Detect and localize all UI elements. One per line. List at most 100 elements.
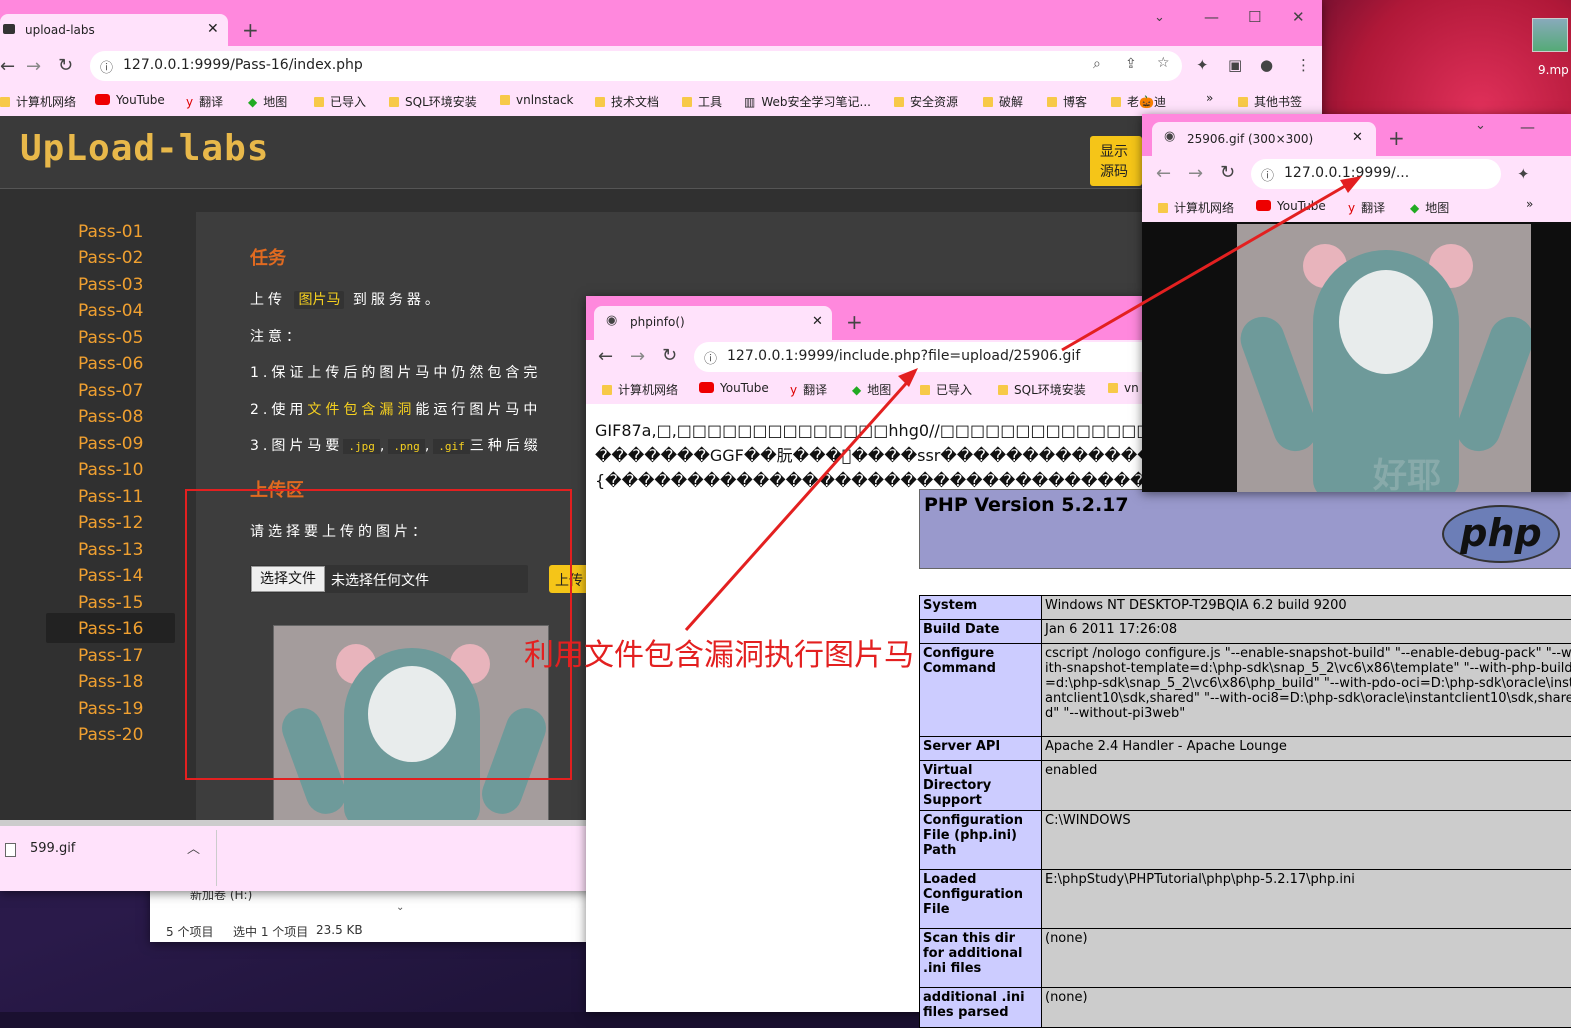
sidebar-item-pass[interactable]: Pass-08 (78, 407, 143, 427)
bookmark-item[interactable]: ▥Web安全学习笔记... (744, 93, 871, 110)
reload-icon[interactable]: ↻ (1220, 162, 1235, 183)
chevron-up-icon[interactable]: ︿ (187, 838, 200, 857)
bookmark-item[interactable]: 计算机网络 (0, 93, 76, 110)
tab-close-icon[interactable]: ✕ (812, 314, 823, 329)
sidebar-item-pass[interactable]: Pass-11 (78, 487, 143, 507)
bookmark-item[interactable]: vnlnstack (500, 93, 574, 107)
table-row: Loaded Configuration FileE:\phpStudy\PHP… (920, 870, 1571, 929)
new-tab-icon[interactable]: + (1388, 126, 1405, 150)
menu-icon[interactable]: ⋮ (1296, 56, 1311, 74)
scroll-down-icon[interactable]: ⌄ (396, 902, 404, 913)
gif-image: 好耶 (1237, 224, 1531, 492)
extensions-icon[interactable]: ✦ (1196, 56, 1209, 74)
table-row: additional .ini files parsed(none) (920, 988, 1571, 1028)
new-tab-icon[interactable]: + (846, 310, 863, 334)
upload-area-highlight-box (185, 489, 572, 780)
row-key: additional .ini files parsed (920, 988, 1042, 1028)
profile-icon[interactable]: ● (1260, 56, 1273, 74)
sidebar-item-pass[interactable]: Pass-10 (78, 460, 143, 480)
sidebar-item-pass[interactable]: Pass-20 (78, 725, 143, 745)
tab-phpinfo[interactable]: ◉ phpinfo() ✕ (594, 306, 832, 340)
minimize-icon[interactable]: — (1520, 118, 1535, 136)
info-icon[interactable]: ⓘ (704, 348, 717, 367)
bookmark-item[interactable]: YouTube (95, 93, 165, 107)
back-icon[interactable]: ← (598, 346, 613, 367)
show-source-button[interactable]: 显示源码 (1090, 136, 1142, 186)
bookmark-item[interactable]: y翻译 (1348, 199, 1385, 216)
back-icon[interactable]: ← (0, 56, 15, 77)
bookmark-item[interactable]: ◆地图 (248, 93, 287, 110)
forward-icon[interactable]: → (26, 56, 41, 77)
tab-gif[interactable]: ◉ 25906.gif (300×300) ✕ (1152, 122, 1376, 156)
star-icon[interactable]: ☆ (1157, 55, 1170, 71)
back-icon[interactable]: ← (1156, 163, 1171, 184)
tab-strip: ◉ 25906.gif (300×300) ✕ + ⌄ — (1142, 114, 1571, 156)
bookmark-item[interactable]: 计算机网络 (1158, 199, 1234, 216)
info-icon[interactable]: ⓘ (100, 57, 113, 76)
bookmark-item[interactable]: y翻译 (790, 381, 827, 398)
sidepanel-icon[interactable]: ▣ (1228, 56, 1242, 74)
desktop-file-icon[interactable] (1532, 18, 1568, 52)
bookmark-item[interactable]: vn (1108, 381, 1139, 395)
tab-search-icon[interactable]: ⌄ (1475, 118, 1486, 133)
sidebar-item-pass[interactable]: Pass-02 (78, 248, 143, 268)
sidebar-item-pass[interactable]: Pass-18 (78, 672, 143, 692)
maximize-icon[interactable]: ☐ (1248, 8, 1261, 26)
bookmark-item[interactable]: y翻译 (186, 93, 223, 110)
bookmark-item[interactable]: YouTube (1256, 199, 1326, 213)
extensions-icon[interactable]: ✦ (1517, 165, 1530, 183)
address-bar[interactable]: ⓘ 127.0.0.1:9999/Pass-16/index.php ⌕ ⇪ ☆ (90, 51, 1182, 81)
forward-icon[interactable]: → (630, 346, 645, 367)
bookmark-item[interactable]: YouTube (699, 381, 769, 395)
sidebar-item-pass[interactable]: Pass-15 (78, 593, 143, 613)
address-bar[interactable]: ⓘ 127.0.0.1:9999/... (1251, 159, 1501, 189)
tab-close-icon[interactable]: ✕ (1352, 130, 1363, 145)
sidebar-item-pass[interactable]: Pass-13 (78, 540, 143, 560)
forward-icon[interactable]: → (1188, 163, 1203, 184)
bookmarks-overflow-icon[interactable]: » (1526, 197, 1533, 211)
download-filename[interactable]: 599.gif (30, 841, 75, 856)
sidebar-item-pass[interactable]: Pass-04 (78, 301, 143, 321)
sidebar-item-pass[interactable]: Pass-01 (78, 222, 143, 242)
row-key: Scan this dir for additional .ini files (920, 929, 1042, 988)
zoom-icon[interactable]: ⌕ (1093, 56, 1101, 72)
info-icon[interactable]: ⓘ (1261, 165, 1274, 184)
bookmark-item[interactable]: ◆地图 (852, 381, 891, 398)
sidebar-item-pass[interactable]: Pass-07 (78, 381, 143, 401)
tab-upload-labs[interactable]: upload-labs ✕ (0, 14, 228, 46)
bookmark-item[interactable]: 老🎃迪 (1111, 93, 1166, 110)
sidebar-item-pass[interactable]: Pass-05 (78, 328, 143, 348)
reload-icon[interactable]: ↻ (58, 55, 73, 76)
bookmark-item[interactable]: SQL环境安装 (389, 93, 477, 110)
share-icon[interactable]: ⇪ (1125, 56, 1137, 72)
sidebar-item-pass[interactable]: Pass-12 (78, 513, 143, 533)
sidebar-item-pass[interactable]: Pass-14 (78, 566, 143, 586)
sidebar-item-pass[interactable]: Pass-03 (78, 275, 143, 295)
bookmark-item[interactable]: 已导入 (314, 93, 366, 110)
sidebar-item-pass[interactable]: Pass-17 (78, 646, 143, 666)
bookmark-item[interactable]: 博客 (1047, 93, 1087, 110)
new-tab-icon[interactable]: + (242, 18, 259, 42)
bookmark-item[interactable]: 安全资源 (894, 93, 958, 110)
bookmark-item[interactable]: 计算机网络 (602, 381, 678, 398)
sidebar-item-pass-16-active[interactable]: Pass-16 (78, 619, 143, 639)
gif-caption: 好耶 (1373, 448, 1441, 492)
tab-close-icon[interactable]: ✕ (207, 21, 219, 37)
bookmark-other[interactable]: 其他书签 (1238, 93, 1302, 110)
bookmark-item[interactable]: 已导入 (920, 381, 972, 398)
tab-search-icon[interactable]: ⌄ (1154, 10, 1165, 25)
bookmark-item[interactable]: 技术文档 (595, 93, 659, 110)
minimize-icon[interactable]: — (1204, 8, 1219, 26)
logo[interactable]: UpLoad-labs (20, 128, 269, 169)
bookmarks-overflow-icon[interactable]: » (1206, 91, 1213, 105)
bookmark-item[interactable]: 破解 (983, 93, 1023, 110)
bookmark-item[interactable]: 工具 (682, 93, 722, 110)
bookmark-item[interactable]: ◆地图 (1410, 199, 1449, 216)
table-row: Build DateJan 6 2011 17:26:08 (920, 620, 1571, 644)
sidebar-item-pass[interactable]: Pass-06 (78, 354, 143, 374)
bookmark-item[interactable]: SQL环境安装 (998, 381, 1086, 398)
reload-icon[interactable]: ↻ (662, 345, 677, 366)
close-window-icon[interactable]: ✕ (1292, 8, 1305, 26)
sidebar-item-pass[interactable]: Pass-19 (78, 699, 143, 719)
sidebar-item-pass[interactable]: Pass-09 (78, 434, 143, 454)
